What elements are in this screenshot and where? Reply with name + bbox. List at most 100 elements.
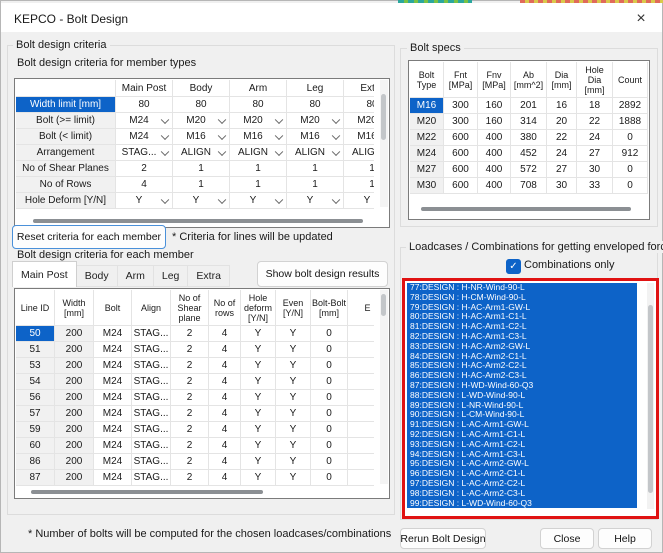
member-types-dropdown-cell[interactable]: Y [173,193,230,209]
lines-cell[interactable]: M24 [94,406,132,422]
lines-cell[interactable]: STAG... [132,342,171,358]
bolt-specs-cell[interactable]: 160 [478,98,511,114]
lines-cell[interactable]: M24 [94,422,132,438]
bolt-specs-cell[interactable]: 708 [511,178,547,194]
lines-cell[interactable] [348,422,374,438]
bolt-specs-cell[interactable]: 912 [613,146,648,162]
lines-cell[interactable]: 0 [311,390,348,406]
lines-cell[interactable] [348,390,374,406]
lines-cell[interactable] [348,454,374,470]
member-types-row-header[interactable]: No of Shear Planes [16,161,116,177]
lines-cell[interactable]: 0 [311,406,348,422]
loadcase-item-selected[interactable]: 80:DESIGN : H-AC-Arm1-C1-L [407,312,637,322]
loadcase-item-selected[interactable]: 94:DESIGN : L-AC-Arm1-C3-L [407,450,637,460]
chevron-down-icon[interactable] [161,115,169,123]
lines-cell[interactable]: 0 [311,470,348,486]
member-types-dropdown-cell[interactable]: ALIGN [287,145,344,161]
lines-cell[interactable]: 0 [311,342,348,358]
member-types-cell[interactable]: 80 [344,97,374,113]
line-id-cell[interactable]: 87 [16,470,55,486]
combinations-only-checkbox[interactable]: ✓ [506,259,521,274]
lines-cell[interactable]: 2 [171,454,209,470]
line-id-cell[interactable]: 56 [16,390,55,406]
lines-cell[interactable]: STAG... [132,422,171,438]
loadcases-listbox[interactable]: 77:DESIGN : H-NR-Wind-90-L78:DESIGN : H-… [407,283,637,509]
bolt-specs-cell[interactable]: 600 [444,162,478,178]
line-id-cell[interactable]: 50 [16,326,55,342]
lines-cell[interactable]: 200 [55,454,94,470]
bolt-specs-cell[interactable]: 22 [547,130,577,146]
member-types-dropdown-cell[interactable]: M16 [344,129,374,145]
lines-cell[interactable]: 200 [55,470,94,486]
lines-cell[interactable]: 0 [311,422,348,438]
member-types-dropdown-cell[interactable]: M24 [116,129,173,145]
member-types-dropdown-cell[interactable]: M24 [116,113,173,129]
lines-cell[interactable]: Y [276,342,311,358]
member-types-row-header[interactable]: No of Rows [16,177,116,193]
lines-cell[interactable]: 200 [55,374,94,390]
lines-cell[interactable]: STAG... [132,470,171,486]
lines-cell[interactable]: M24 [94,326,132,342]
lines-cell[interactable]: Y [241,422,276,438]
lines-cell[interactable]: Y [241,374,276,390]
lines-cell[interactable]: 2 [171,342,209,358]
bolt-specs-cell[interactable]: 400 [478,178,511,194]
bolt-specs-cell[interactable]: 2892 [613,98,648,114]
lines-cell[interactable] [348,438,374,454]
chevron-down-icon[interactable] [332,147,340,155]
bolt-specs-cell[interactable]: 452 [511,146,547,162]
lines-cell[interactable] [348,358,374,374]
bolt-specs-cell[interactable]: 572 [511,162,547,178]
loadcase-item-selected[interactable]: 83:DESIGN : H-AC-Arm2-GW-L [407,342,637,352]
lines-cell[interactable]: 0 [311,374,348,390]
help-button[interactable]: Help [598,528,652,549]
chevron-down-icon[interactable] [332,131,340,139]
member-types-cell[interactable]: 1 [344,177,374,193]
lines-cell[interactable]: 0 [311,326,348,342]
loadcase-item-selected[interactable]: 79:DESIGN : H-AC-Arm1-GW-L [407,303,637,313]
lines-cell[interactable]: 2 [171,470,209,486]
member-types-cell[interactable]: 1 [287,177,344,193]
loadcase-item-selected[interactable]: 85:DESIGN : H-AC-Arm2-C2-L [407,361,637,371]
lines-cell[interactable]: Y [276,326,311,342]
chevron-down-icon[interactable] [275,131,283,139]
lines-cell[interactable]: M24 [94,374,132,390]
member-types-dropdown-cell[interactable]: STAG... [116,145,173,161]
lines-cell[interactable]: 4 [209,390,241,406]
member-types-dropdown-cell[interactable]: M16 [230,129,287,145]
bolt-specs-cell[interactable]: 0 [613,178,648,194]
loadcase-item-selected[interactable]: 82:DESIGN : H-AC-Arm1-C3-L [407,332,637,342]
lines-cell[interactable]: M24 [94,470,132,486]
chevron-down-icon[interactable] [332,115,340,123]
lines-cell[interactable]: 2 [171,406,209,422]
member-types-cell[interactable]: 80 [230,97,287,113]
member-types-cell[interactable]: 80 [116,97,173,113]
bolt-specs-cell[interactable]: 314 [511,114,547,130]
bolt-specs-cell[interactable]: 22 [577,114,613,130]
lines-cell[interactable]: 2 [171,358,209,374]
loadcase-item-selected[interactable]: 88:DESIGN : L-WD-Wind-90-L [407,391,637,401]
lines-cell[interactable] [348,374,374,390]
member-types-cell[interactable]: 1 [173,161,230,177]
lines-cell[interactable]: Y [241,390,276,406]
lines-cell[interactable]: 4 [209,358,241,374]
bolt-type-cell[interactable]: M24 [410,146,444,162]
loadcase-item-selected[interactable]: 97:DESIGN : L-AC-Arm2-C2-L [407,479,637,489]
loadcase-item-selected[interactable]: 86:DESIGN : H-AC-Arm2-C3-L [407,371,637,381]
loadcase-item-selected[interactable]: 91:DESIGN : L-AC-Arm1-GW-L [407,420,637,430]
lines-cell[interactable] [348,326,374,342]
lines-cell[interactable]: Y [241,358,276,374]
bolt-specs-cell[interactable]: 600 [444,146,478,162]
tab-body[interactable]: Body [77,265,118,287]
line-id-cell[interactable]: 53 [16,358,55,374]
combinations-only-label[interactable]: Combinations only [524,259,615,271]
lines-cell[interactable]: Y [276,390,311,406]
member-types-dropdown-cell[interactable]: M16 [287,129,344,145]
member-types-dropdown-cell[interactable]: Y [287,193,344,209]
lines-cell[interactable]: 4 [209,406,241,422]
bolt-specs-cell[interactable]: 400 [478,130,511,146]
member-types-cell[interactable]: 80 [287,97,344,113]
member-types-cell[interactable]: 1 [230,177,287,193]
bolt-specs-cell[interactable]: 160 [478,114,511,130]
lines-horizontal-scrollbar[interactable] [31,490,263,494]
